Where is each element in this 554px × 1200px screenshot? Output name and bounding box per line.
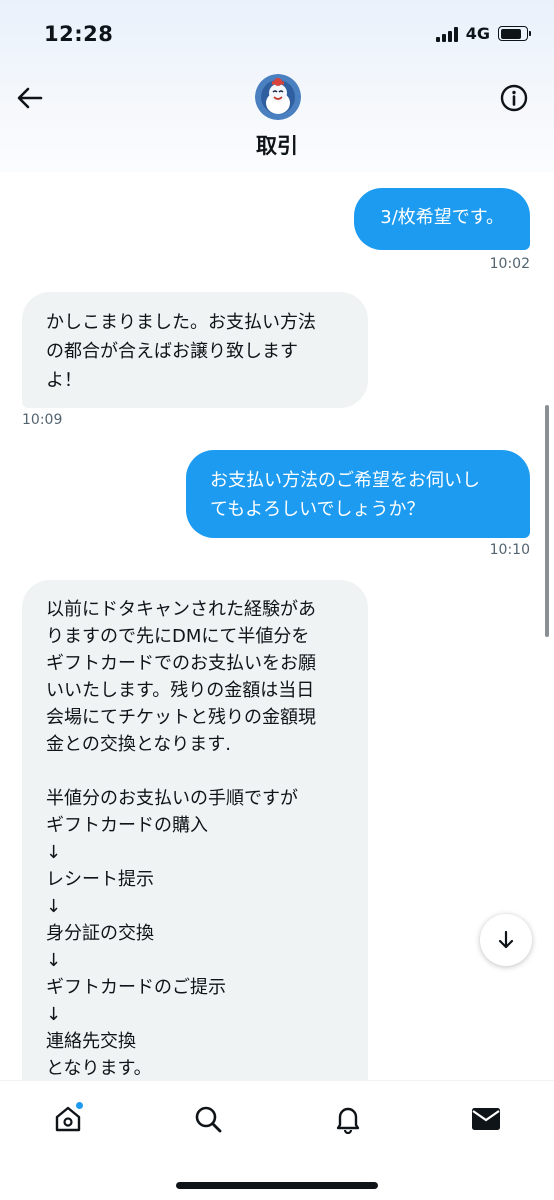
message-line: お支払い方法のご希望をお伺いし: [210, 470, 480, 491]
message-line: 金との交換となります.: [46, 734, 232, 755]
message-line: よ！: [46, 370, 82, 391]
envelope-icon: [472, 1108, 500, 1130]
search-icon: [195, 1106, 222, 1133]
message-line: レシート提示: [46, 869, 154, 890]
message-line: ギフトカードのご提示: [46, 977, 226, 998]
message-bubble-incoming[interactable]: 以前にドタキャンされた経験があ りますので先にDMにて半値分を ギフトカードでの…: [22, 580, 368, 1140]
info-button[interactable]: [498, 82, 530, 114]
arrow-down-icon: [498, 930, 514, 949]
message-timestamp: 10:09: [22, 412, 63, 428]
back-button[interactable]: [14, 82, 46, 114]
home-indicator[interactable]: [176, 1182, 378, 1189]
message-line: ↓: [46, 842, 62, 863]
notification-dot: [75, 1101, 84, 1110]
message-line: となります。: [46, 1058, 152, 1079]
message-bubble-outgoing[interactable]: お支払い方法のご希望をお伺いし てもよろしいでしょうか？: [186, 450, 530, 538]
network-type: 4G: [465, 24, 490, 43]
bell-icon: [336, 1107, 360, 1134]
scrollbar[interactable]: [545, 405, 549, 637]
arrow-left-icon: [17, 87, 43, 109]
message-line: りますので先にDMにて半値分を: [46, 626, 310, 647]
message-line: 半値分のお支払いの手順ですが: [46, 788, 298, 809]
message-line: ギフトカードでのお支払いをお願: [46, 653, 316, 674]
tab-messages[interactable]: [466, 1099, 506, 1139]
conversation-header: 12:28 4G 取引: [0, 0, 554, 172]
tab-search[interactable]: [188, 1099, 228, 1139]
message-line: ↓: [46, 950, 62, 971]
message-line: ↓: [46, 896, 62, 917]
message-line: 身分証の交換: [46, 923, 154, 944]
message-line: 会場にてチケットと残りの金額現: [46, 707, 316, 728]
message-bubble-outgoing[interactable]: 3/枚希望です。: [354, 188, 530, 250]
scroll-to-bottom-button[interactable]: [480, 914, 532, 966]
message-timestamp: 10:10: [489, 542, 530, 558]
message-line: 以前にドタキャンされた経験があ: [46, 599, 316, 620]
message-line: 連絡先交換: [46, 1031, 136, 1052]
status-time: 12:28: [44, 22, 114, 46]
message-text: 3/枚希望です。: [380, 207, 504, 228]
message-line: の都合が合えばお譲り致します: [46, 341, 298, 362]
signal-icon: [435, 26, 458, 42]
message-line: かしこまりました。お支払い方法: [46, 312, 316, 333]
info-circle-icon: [500, 84, 528, 112]
tab-notifications[interactable]: [328, 1099, 368, 1139]
message-line: ギフトカードの購入: [46, 815, 208, 836]
conversation-title: 取引: [256, 134, 298, 158]
status-indicators: 4G: [435, 24, 531, 43]
message-line: ↓: [46, 1004, 62, 1025]
message-line: てもよろしいでしょうか？: [210, 499, 425, 520]
avatar[interactable]: [255, 74, 301, 120]
message-timestamp: 10:02: [489, 256, 530, 272]
message-bubble-incoming[interactable]: かしこまりました。お支払い方法 の都合が合えばお譲り致します よ！: [22, 292, 368, 408]
battery-icon: [498, 26, 531, 41]
tab-home[interactable]: [48, 1099, 88, 1139]
message-line: いいたします。残りの金額は当日: [46, 680, 315, 701]
message-line: [46, 758, 344, 785]
